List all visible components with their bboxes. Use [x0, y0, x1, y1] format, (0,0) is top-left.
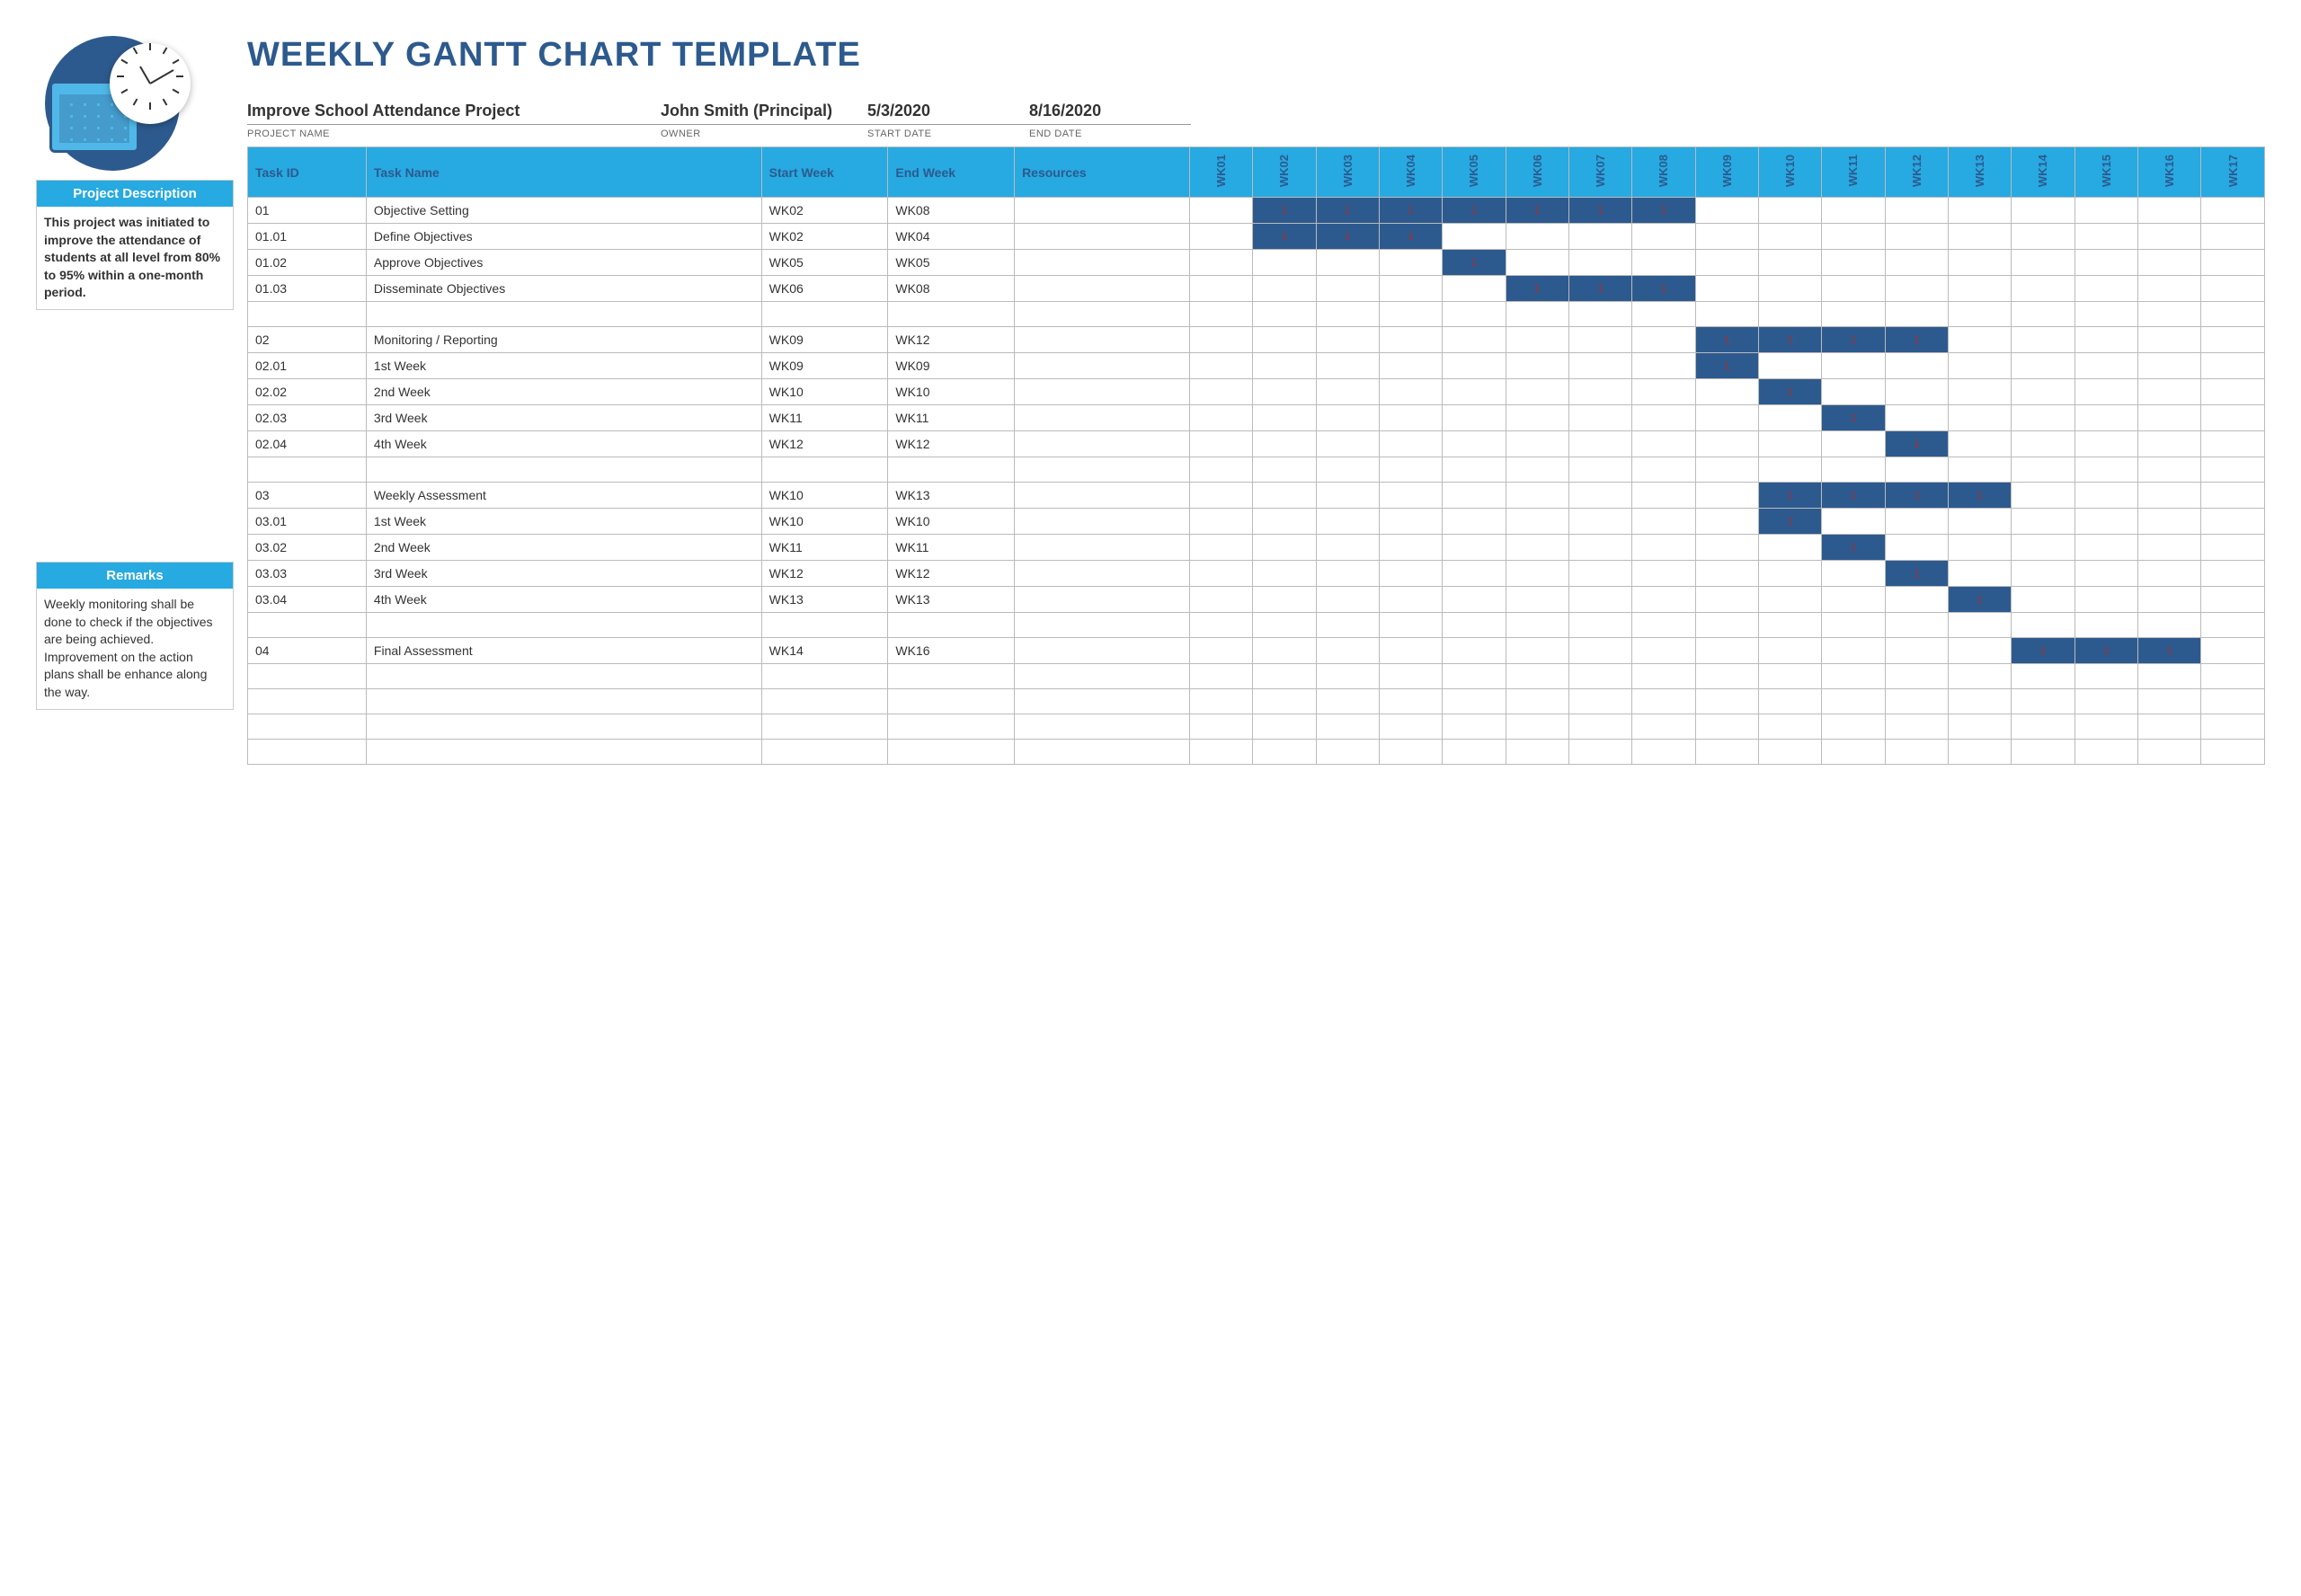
week-header-WK09: WK09 [1695, 147, 1758, 198]
table-row: 03.033rd WeekWK12WK121 [248, 561, 2265, 587]
table-row: 02.044th WeekWK12WK121 [248, 431, 2265, 457]
table-row [248, 740, 2265, 765]
week-header-WK10: WK10 [1758, 147, 1821, 198]
gantt-bar-cell: 1 [1253, 198, 1315, 223]
gantt-bar-cell: 1 [1822, 327, 1884, 352]
gantt-bar-cell: 1 [1886, 483, 1948, 508]
week-header-WK17: WK17 [2201, 147, 2265, 198]
gantt-bar-cell: 1 [1822, 405, 1884, 430]
table-row [248, 714, 2265, 740]
gantt-bar-cell: 1 [1380, 198, 1442, 223]
week-header-WK07: WK07 [1568, 147, 1631, 198]
table-row: 03Weekly AssessmentWK10WK131111 [248, 483, 2265, 509]
column-header-start_week: Start Week [761, 147, 888, 198]
gantt-bar-cell: 1 [2138, 638, 2200, 663]
gantt-bar-cell: 1 [1696, 353, 1758, 378]
table-row: 02.022nd WeekWK10WK101 [248, 379, 2265, 405]
gantt-bar-cell: 1 [1253, 224, 1315, 249]
week-header-WK15: WK15 [2074, 147, 2137, 198]
gantt-bar-cell: 1 [1759, 483, 1821, 508]
gantt-bar-cell: 1 [1506, 276, 1568, 301]
week-header-WK01: WK01 [1189, 147, 1252, 198]
gantt-bar-cell: 1 [1759, 327, 1821, 352]
gantt-bar-cell: 1 [1949, 587, 2011, 612]
table-row: 03.022nd WeekWK11WK111 [248, 535, 2265, 561]
gantt-bar-cell: 1 [1886, 561, 1948, 586]
table-row [248, 689, 2265, 714]
table-row: 03.011st WeekWK10WK101 [248, 509, 2265, 535]
gantt-bar-cell: 1 [1506, 198, 1568, 223]
logo-icon [36, 36, 198, 162]
project-description-box: Project Description This project was ini… [36, 180, 234, 310]
gantt-bar-cell: 1 [1443, 198, 1505, 223]
gantt-bar-cell: 1 [1569, 198, 1631, 223]
gantt-table: Task IDTask NameStart WeekEnd WeekResour… [247, 146, 2265, 765]
gantt-bar-cell: 1 [1380, 224, 1442, 249]
week-header-WK11: WK11 [1822, 147, 1885, 198]
gantt-bar-cell: 1 [1886, 327, 1948, 352]
column-header-task_id: Task ID [248, 147, 367, 198]
table-row: 02Monitoring / ReportingWK09WK121111 [248, 327, 2265, 353]
week-header-WK08: WK08 [1632, 147, 1695, 198]
table-row: 01Objective SettingWK02WK081111111 [248, 198, 2265, 224]
gantt-bar-cell: 1 [2075, 638, 2137, 663]
gantt-bar-cell: 1 [1443, 250, 1505, 275]
project-name-value: Improve School Attendance Project [247, 102, 661, 125]
remarks-header: Remarks [37, 563, 233, 589]
column-header-task_name: Task Name [366, 147, 761, 198]
gantt-bar-cell: 1 [1696, 327, 1758, 352]
week-header-WK06: WK06 [1506, 147, 1568, 198]
remarks-box: Remarks Weekly monitoring shall be done … [36, 562, 234, 710]
table-row [248, 302, 2265, 327]
table-row [248, 664, 2265, 689]
project-description-header: Project Description [37, 181, 233, 207]
gantt-bar-cell: 1 [1822, 535, 1884, 560]
table-row: 03.044th WeekWK13WK131 [248, 587, 2265, 613]
gantt-bar-cell: 1 [1632, 276, 1694, 301]
table-row: 01.02Approve ObjectivesWK05WK051 [248, 250, 2265, 276]
end-date-label: END DATE [1029, 129, 1191, 139]
gantt-bar-cell: 1 [1886, 431, 1948, 457]
remarks-text: Weekly monitoring shall be done to check… [37, 589, 233, 709]
gantt-bar-cell: 1 [1317, 224, 1379, 249]
table-row: 01.01Define ObjectivesWK02WK04111 [248, 224, 2265, 250]
gantt-bar-cell: 1 [1632, 198, 1694, 223]
page-title: WEEKLY GANTT CHART TEMPLATE [247, 36, 2265, 75]
table-row [248, 457, 2265, 483]
column-header-end_week: End Week [888, 147, 1015, 198]
end-date-value: 8/16/2020 [1029, 102, 1191, 125]
gantt-bar-cell: 1 [1569, 276, 1631, 301]
table-row: 02.011st WeekWK09WK091 [248, 353, 2265, 379]
project-meta-row: Improve School Attendance Project PROJEC… [247, 102, 2265, 139]
start-date-label: START DATE [867, 129, 1029, 139]
gantt-bar-cell: 1 [1759, 509, 1821, 534]
table-row: 01.03Disseminate ObjectivesWK06WK08111 [248, 276, 2265, 302]
week-header-WK13: WK13 [1948, 147, 2011, 198]
gantt-bar-cell: 1 [1822, 483, 1884, 508]
start-date-value: 5/3/2020 [867, 102, 1029, 125]
gantt-bar-cell: 1 [1949, 483, 2011, 508]
week-header-WK14: WK14 [2012, 147, 2074, 198]
week-header-WK12: WK12 [1885, 147, 1948, 198]
column-header-resources: Resources [1015, 147, 1190, 198]
project-description-text: This project was initiated to improve th… [37, 207, 233, 309]
table-row: 02.033rd WeekWK11WK111 [248, 405, 2265, 431]
owner-value: John Smith (Principal) [661, 102, 867, 125]
week-header-WK02: WK02 [1253, 147, 1316, 198]
week-header-WK05: WK05 [1443, 147, 1506, 198]
gantt-bar-cell: 1 [1759, 379, 1821, 404]
week-header-WK16: WK16 [2138, 147, 2201, 198]
week-header-WK04: WK04 [1379, 147, 1442, 198]
gantt-bar-cell: 1 [1317, 198, 1379, 223]
project-name-label: PROJECT NAME [247, 129, 661, 139]
table-row: 04Final AssessmentWK14WK16111 [248, 638, 2265, 664]
gantt-bar-cell: 1 [2012, 638, 2074, 663]
week-header-WK03: WK03 [1316, 147, 1379, 198]
owner-label: OWNER [661, 129, 867, 139]
table-row [248, 613, 2265, 638]
